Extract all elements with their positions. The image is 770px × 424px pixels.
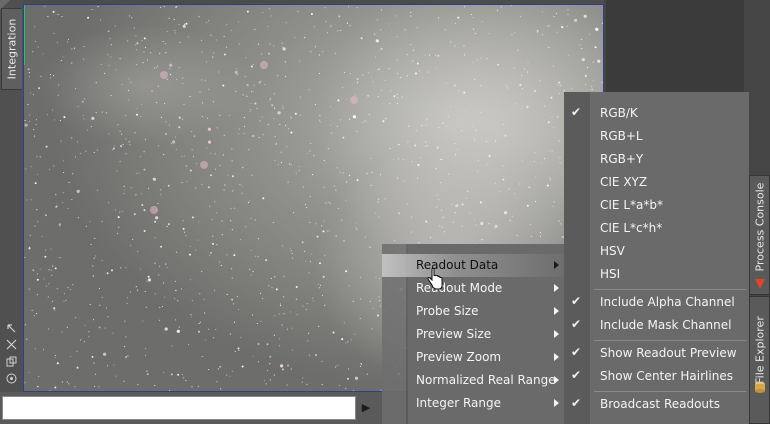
submenu-item-cie-xyz[interactable]: CIE XYZ bbox=[564, 171, 749, 194]
menu-item-readout-data[interactable]: Readout Data bbox=[382, 254, 564, 277]
submenu-item-show-readout-preview[interactable]: ✔ Show Readout Preview bbox=[564, 342, 749, 365]
tab-integration[interactable]: Integration bbox=[1, 8, 22, 90]
submenu-arrow-icon bbox=[554, 399, 559, 407]
submenu-arrow-icon bbox=[554, 307, 559, 315]
copy-icon[interactable] bbox=[6, 356, 17, 367]
submenu-arrow-icon bbox=[554, 261, 559, 269]
menu-item-label: Preview Size bbox=[416, 327, 492, 341]
readout-data-submenu: ✔ RGB/K RGB+L RGB+Y CIE XYZ CIE L*a*b* C… bbox=[564, 92, 749, 424]
submenu-item-label: RGB/K bbox=[600, 106, 638, 120]
submenu-arrow-icon bbox=[554, 353, 559, 361]
check-icon: ✔ bbox=[570, 368, 582, 382]
submenu-separator bbox=[594, 340, 746, 341]
submenu-item-label: RGB+Y bbox=[600, 152, 644, 166]
tab-file-explorer-label: File Explorer bbox=[753, 316, 766, 384]
check-icon: ✔ bbox=[570, 105, 582, 119]
submenu-item-label: Show Readout Preview bbox=[600, 346, 737, 360]
submenu-arrow-icon bbox=[554, 284, 559, 292]
submenu-item-label: HSV bbox=[600, 244, 625, 258]
submenu-item-label: RGB+L bbox=[600, 129, 643, 143]
submenu-item-include-alpha-channel[interactable]: ✔ Include Alpha Channel bbox=[564, 291, 749, 314]
submenu-item-label: Include Mask Channel bbox=[600, 318, 732, 332]
menu-item-normalized-real-range[interactable]: Normalized Real Range bbox=[382, 369, 564, 392]
menu-item-readout-mode[interactable]: Readout Mode bbox=[382, 277, 564, 300]
submenu-item-rgb-k[interactable]: ✔ RGB/K bbox=[564, 102, 749, 125]
file-explorer-icon bbox=[755, 382, 765, 393]
menu-item-preview-zoom[interactable]: Preview Zoom bbox=[382, 346, 564, 369]
submenu-arrow-icon bbox=[554, 330, 559, 338]
process-console-icon bbox=[755, 279, 765, 289]
cursor-arrow-icon[interactable] bbox=[6, 323, 17, 334]
submenu-item-rgb-y[interactable]: RGB+Y bbox=[564, 148, 749, 171]
menu-item-preview-size[interactable]: Preview Size bbox=[382, 323, 564, 346]
menu-item-integer-range[interactable]: Integer Range bbox=[382, 392, 564, 415]
tab-process-console-label: Process Console bbox=[753, 182, 766, 272]
submenu-item-label: Include Alpha Channel bbox=[600, 295, 735, 309]
menu-item-probe-size[interactable]: Probe Size bbox=[382, 300, 564, 323]
right-dock-dark-area bbox=[606, 0, 744, 92]
target-icon[interactable] bbox=[6, 373, 17, 384]
tab-integration-label: Integration bbox=[5, 18, 19, 80]
menu-item-label: Normalized Real Range bbox=[416, 373, 556, 387]
crosshair-icon[interactable] bbox=[6, 339, 17, 350]
menu-item-label: Integer Range bbox=[416, 396, 502, 410]
mouse-pointer-icon bbox=[427, 268, 443, 290]
submenu-item-label: HSI bbox=[600, 267, 621, 281]
right-dock-tabs: Process Console File Explorer bbox=[749, 175, 770, 424]
submenu-item-cie-lab[interactable]: CIE L*a*b* bbox=[564, 194, 749, 217]
check-icon: ✔ bbox=[570, 396, 582, 410]
submenu-item-broadcast-readouts[interactable]: ✔ Broadcast Readouts bbox=[564, 393, 749, 416]
tab-file-explorer[interactable]: File Explorer bbox=[749, 296, 770, 424]
tab-process-console[interactable]: Process Console bbox=[749, 175, 770, 295]
menu-item-label: Preview Zoom bbox=[416, 350, 502, 364]
submenu-item-label: CIE XYZ bbox=[600, 175, 648, 189]
submenu-item-label: CIE L*a*b* bbox=[600, 198, 663, 212]
bottom-input-field[interactable] bbox=[2, 396, 356, 420]
check-icon: ✔ bbox=[570, 345, 582, 359]
submenu-item-hsv[interactable]: HSV bbox=[564, 240, 749, 263]
submenu-item-label: Show Center Hairlines bbox=[600, 369, 733, 383]
check-icon: ✔ bbox=[570, 317, 582, 331]
submenu-item-rgb-l[interactable]: RGB+L bbox=[564, 125, 749, 148]
menu-item-label: Probe Size bbox=[416, 304, 479, 318]
submenu-separator bbox=[594, 289, 746, 290]
selection-edge-marker bbox=[24, 5, 25, 65]
submenu-separator bbox=[594, 391, 746, 392]
submenu-item-label: CIE L*c*h* bbox=[600, 221, 663, 235]
check-icon: ✔ bbox=[570, 294, 582, 308]
play-button[interactable]: ▶ bbox=[358, 400, 374, 416]
submenu-arrow-icon bbox=[554, 376, 559, 384]
submenu-item-hsi[interactable]: HSI bbox=[564, 263, 749, 286]
submenu-item-cie-lch[interactable]: CIE L*c*h* bbox=[564, 217, 749, 240]
submenu-item-label: Broadcast Readouts bbox=[600, 397, 720, 411]
submenu-item-include-mask-channel[interactable]: ✔ Include Mask Channel bbox=[564, 314, 749, 337]
submenu-item-show-center-hairlines[interactable]: ✔ Show Center Hairlines bbox=[564, 365, 749, 388]
left-dock-strip: Integration bbox=[0, 0, 23, 392]
